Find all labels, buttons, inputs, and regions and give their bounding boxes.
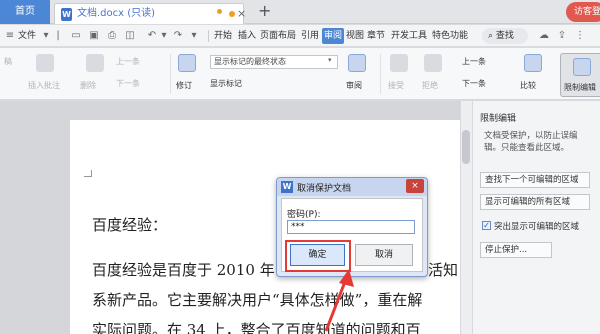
doc-heading: 百度经验：	[92, 216, 168, 234]
search-button[interactable]: ⌕ 查找	[482, 28, 528, 44]
menu-page-layout[interactable]: 页面布局	[260, 28, 296, 44]
chevron-down-icon[interactable]: ▾	[158, 30, 170, 42]
new-tab-button[interactable]: +	[258, 2, 271, 20]
stop-protection-button[interactable]: 停止保护...	[480, 242, 552, 258]
restrict-editing-button[interactable]: 限制编辑	[560, 53, 600, 97]
menu-view[interactable]: 视图	[346, 28, 364, 44]
home-tab[interactable]: 首页	[0, 0, 50, 24]
chevron-down-icon[interactable]: ▾	[188, 30, 200, 42]
scrollbar-thumb[interactable]	[462, 130, 470, 164]
dialog-close-button[interactable]: ×	[406, 179, 424, 193]
menu-developer[interactable]: 开发工具	[391, 28, 427, 44]
share-icon[interactable]: ⇪	[556, 30, 568, 42]
ribbon-separator	[170, 54, 171, 94]
menu-section[interactable]: 章节	[367, 28, 385, 44]
preview-icon[interactable]: ◫	[124, 30, 136, 42]
doc-paragraph-line-tail: 活知	[428, 261, 459, 279]
folder-icon[interactable]: ▭	[70, 30, 82, 42]
undo-icon[interactable]: ↶	[146, 30, 158, 42]
highlight-regions-checkbox[interactable]: ✓	[482, 221, 491, 230]
password-field[interactable]: ***	[287, 220, 415, 234]
comment-icon	[36, 54, 54, 72]
document-tab-title: 文档.docx (只读)	[77, 8, 156, 19]
doc-paragraph-line: 系新产品。它主要解决用户“具体怎样做”，重在解	[92, 291, 423, 309]
ribbon-item-partial: 稿	[4, 57, 12, 66]
reject-button[interactable]: 拒绝	[422, 80, 438, 91]
hamburger-icon[interactable]: ≡	[4, 30, 16, 42]
track-changes-button[interactable]: 修订	[176, 80, 192, 91]
pane-title: 限制编辑	[480, 114, 517, 124]
separator-icon: |	[56, 30, 60, 41]
notification-dot-icon	[217, 9, 222, 14]
pane-description: 文档受保护，以防止误编辑。只能查看此区域。	[484, 131, 578, 153]
lock-icon	[573, 58, 591, 76]
login-button[interactable]: 访客登	[566, 2, 600, 22]
show-all-regions-button[interactable]: 显示可编辑的所有区域	[480, 194, 590, 210]
accept-button[interactable]: 接受	[388, 80, 404, 91]
menu-separator	[208, 30, 209, 42]
save-icon[interactable]: ▣	[88, 30, 100, 42]
find-next-region-button[interactable]: 查找下一个可编辑的区域	[480, 172, 590, 188]
menu-bar: ≡ 文件 ▾ | ▭ ▣ ⎙ ◫ ↶ ▾ ↷ ▾ 开始 插入 页面布局 引用 审…	[0, 25, 600, 47]
dialog-title: 取消保护文档	[297, 184, 352, 194]
doc-paragraph-line: 实际问题。在 34 上，整合了百度知道的问题和百	[92, 321, 421, 334]
chevron-down-icon[interactable]: ▾	[40, 30, 52, 42]
menu-review[interactable]: 审阅	[322, 28, 345, 44]
cloud-icon[interactable]: ☁	[538, 30, 550, 42]
search-label: 查找	[495, 31, 514, 41]
cancel-button[interactable]: 取消	[355, 244, 413, 266]
print-icon[interactable]: ⎙	[106, 30, 118, 42]
restrict-editing-label: 限制编辑	[564, 83, 596, 92]
ribbon-separator	[380, 54, 381, 94]
file-menu[interactable]: 文件	[18, 28, 36, 44]
redo-icon[interactable]: ↷	[172, 30, 184, 42]
delete-comment-icon	[86, 54, 104, 72]
tab-close-icon[interactable]: ×	[237, 7, 246, 20]
unsaved-dot-icon	[229, 11, 235, 17]
document-tab[interactable]: W 文档.docx (只读) ×	[54, 3, 246, 24]
review-pane-button[interactable]: 审阅	[346, 80, 362, 91]
page-margin-mark	[91, 170, 92, 177]
more-icon[interactable]: ⋮	[574, 30, 586, 42]
red-arrow-annotation	[324, 269, 354, 332]
compare-button[interactable]: 比较	[520, 80, 536, 91]
menu-insert[interactable]: 插入	[238, 28, 256, 44]
accept-icon	[390, 54, 408, 72]
show-markup-button[interactable]: 显示标记	[210, 78, 242, 89]
menu-references[interactable]: 引用	[301, 28, 319, 44]
next-comment-button[interactable]: 下一条	[116, 78, 140, 89]
prev-comment-button[interactable]: 上一条	[116, 56, 140, 67]
insert-comment-button[interactable]: 插入批注	[28, 80, 60, 91]
arrow-head	[339, 269, 354, 287]
menu-home[interactable]: 开始	[214, 28, 232, 44]
highlight-regions-label: 突出显示可编辑的区域	[494, 222, 580, 232]
menu-special[interactable]: 特色功能	[432, 28, 468, 44]
arrow-shaft	[324, 278, 348, 332]
markup-state-select[interactable]: 显示标记的最终状态	[210, 55, 338, 69]
search-icon: ⌕	[488, 31, 494, 41]
word-doc-icon: W	[61, 8, 72, 21]
reject-icon	[424, 54, 442, 72]
password-label: 密码(P):	[287, 210, 321, 220]
delete-comment-button[interactable]: 删除	[80, 80, 96, 91]
prev-change-button[interactable]: 上一条	[462, 56, 486, 67]
doc-paragraph-line: 百度经验是百度于 2010 年	[92, 261, 275, 279]
track-changes-icon	[178, 54, 196, 72]
review-pane-icon	[348, 54, 366, 72]
ok-button[interactable]: 确定	[290, 244, 345, 266]
next-change-button[interactable]: 下一条	[462, 78, 486, 89]
word-doc-icon: W	[281, 181, 293, 193]
ribbon-review: 稿 插入批注 删除 上一条 下一条 修订 显示标记的最终状态 ▾ 显示标记 审阅…	[0, 48, 600, 100]
compare-icon	[524, 54, 542, 72]
chevron-down-icon[interactable]: ▾	[328, 56, 332, 64]
